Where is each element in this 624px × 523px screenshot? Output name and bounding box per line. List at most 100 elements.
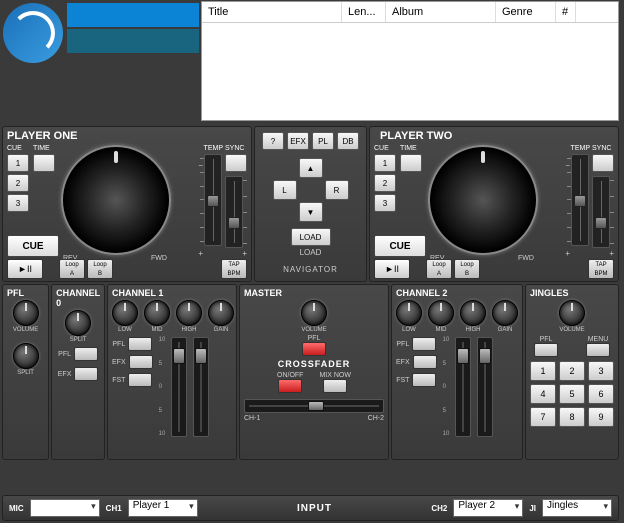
ch2-fader-2[interactable] [477,337,493,437]
p2-tempo-slider[interactable] [571,154,589,246]
p2-jog-wheel[interactable] [428,145,538,255]
jingle-6[interactable]: 6 [588,384,614,404]
ch2-high-knob[interactable] [460,300,486,326]
master-panel: MASTER VOLUME PFL CROSSFADER ON/OFF MIX … [239,284,389,460]
p2-loop-a-button[interactable]: LoopA [426,259,452,279]
p2-time-button[interactable] [400,154,422,172]
ch1-gain-knob[interactable] [208,300,234,326]
ch0-split-knob[interactable] [65,310,91,336]
p1-sync-button[interactable] [225,154,247,172]
pfl-split-knob[interactable] [13,343,39,369]
ch2-mid-knob[interactable] [428,300,454,326]
ch1-efx-button[interactable] [129,355,153,369]
ch2-efx-button[interactable] [413,355,437,369]
jingles-menu-button[interactable] [586,343,610,357]
p2-loop-b-button[interactable]: LoopB [454,259,480,279]
ch2-fader[interactable] [455,337,471,437]
p2-cue-3[interactable]: 3 [374,194,396,212]
nav-efx-button[interactable]: EFX [287,132,309,150]
master-pfl-button[interactable] [302,342,326,356]
col-genre[interactable]: Genre [496,2,556,22]
ch1-pfl-button[interactable] [128,337,152,351]
p1-cue-3[interactable]: 3 [7,194,29,212]
jingles-volume-knob[interactable] [559,300,585,326]
library-panel: Title Len... Album Genre # [1,1,619,121]
p2-cue-1[interactable]: 1 [374,154,396,172]
p2-cue-button[interactable]: CUE [374,235,426,257]
nav-up-button[interactable]: ▲ [299,158,323,178]
pfl-volume-knob[interactable] [13,300,39,326]
ch1-mid-knob[interactable] [144,300,170,326]
p1-cue-2[interactable]: 2 [7,174,29,192]
p1-jog-wheel[interactable] [61,145,171,255]
p2-tap-bpm-button[interactable]: TAPBPM [588,259,614,279]
p2-sync-button[interactable] [592,154,614,172]
ch2-pfl-button[interactable] [412,337,436,351]
nav-right-button[interactable]: R [325,180,349,200]
nav-load-button[interactable]: LOAD [291,228,331,246]
p1-time-button[interactable] [33,154,55,172]
mix-now-button[interactable] [323,379,347,393]
ch1-high-knob[interactable] [176,300,202,326]
p1-tap-bpm-button[interactable]: TAPBPM [221,259,247,279]
navigator-panel: ? EFX PL DB ▲ L R ▼ LOAD LOAD NAVIGATOR [254,126,367,282]
library-badge-1[interactable] [67,3,199,27]
master-volume-knob[interactable] [301,300,327,326]
jingle-4[interactable]: 4 [530,384,556,404]
col-length[interactable]: Len... [342,2,386,22]
ch1-low-knob[interactable] [112,300,138,326]
nav-help-button[interactable]: ? [262,132,284,150]
ch2-gain-knob[interactable] [492,300,518,326]
p2-play-pause-button[interactable]: ►II [374,259,410,279]
p1-loop-b-button[interactable]: LoopB [87,259,113,279]
p1-pitch-slider[interactable] [225,176,243,248]
pfl-panel: PFL VOLUME SPLIT [2,284,49,460]
ch1-select[interactable]: Player 1 [128,499,198,517]
jingle-2[interactable]: 2 [559,361,585,381]
p1-play-pause-button[interactable]: ►II [7,259,43,279]
nav-pl-button[interactable]: PL [312,132,334,150]
crossfader-slider[interactable] [244,399,384,413]
p1-cue-button[interactable]: CUE [7,235,59,257]
nav-left-button[interactable]: L [273,180,297,200]
jingles-panel: JINGLES VOLUME PFL MENU 1 2 3 4 5 6 7 8 … [525,284,619,460]
ch2-fst-button[interactable] [412,373,436,387]
col-title[interactable]: Title [202,2,342,22]
col-album[interactable]: Album [386,2,496,22]
p2-pitch-slider[interactable] [592,176,610,248]
player-two-title: PLAYER TWO [374,130,614,142]
col-num[interactable]: # [556,2,576,22]
mic-select[interactable] [30,499,100,517]
track-list[interactable]: Title Len... Album Genre # [201,1,619,121]
crossfader-onoff-button[interactable] [278,379,302,393]
p1-cue-1[interactable]: 1 [7,154,29,172]
ch2-low-knob[interactable] [396,300,422,326]
jingles-select[interactable]: Jingles [542,499,612,517]
ch2-select[interactable]: Player 2 [453,499,523,517]
jingle-1[interactable]: 1 [530,361,556,381]
ch0-efx-button[interactable] [74,367,98,381]
channel-0-panel: CHANNEL 0 SPLIT PFL EFX [51,284,105,460]
ch1-fader[interactable] [171,337,187,437]
nav-db-button[interactable]: DB [337,132,359,150]
jingle-5[interactable]: 5 [559,384,585,404]
jingle-3[interactable]: 3 [588,361,614,381]
jingles-pfl-button[interactable] [534,343,558,357]
p1-loop-a-button[interactable]: LoopA [59,259,85,279]
input-title: INPUT [204,503,426,514]
player-two-panel: PLAYER TWO CUE 1 2 3 TIME REV FWD CUE ►I… [369,126,619,282]
nav-down-button[interactable]: ▼ [299,202,323,222]
track-list-header: Title Len... Album Genre # [202,2,618,23]
ch1-fst-button[interactable] [128,373,152,387]
jingle-7[interactable]: 7 [530,407,556,427]
channel-1-panel: CHANNEL 1 LOW MID HIGH GAIN PFL EFX FST … [107,284,237,460]
p2-cue-2[interactable]: 2 [374,174,396,192]
p1-tempo-slider[interactable] [204,154,222,246]
library-badge-2[interactable] [67,29,199,53]
ch0-pfl-button[interactable] [74,347,98,361]
jingle-8[interactable]: 8 [559,407,585,427]
library-sidebar [1,1,201,121]
ch1-fader-2[interactable] [193,337,209,437]
app-logo-icon [3,3,63,63]
jingle-9[interactable]: 9 [588,407,614,427]
